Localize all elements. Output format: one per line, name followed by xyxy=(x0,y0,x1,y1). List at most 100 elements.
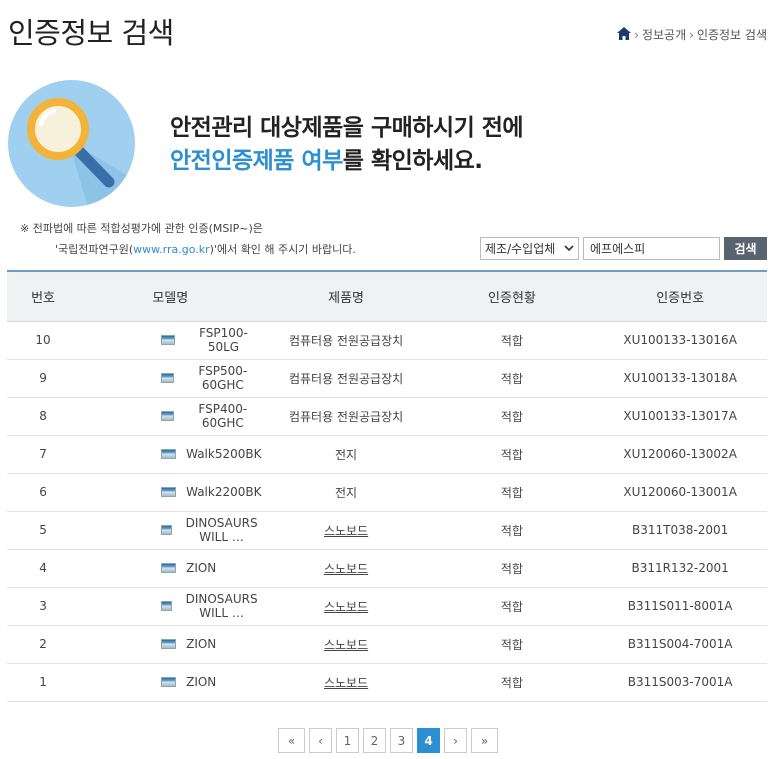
cell-no: 3 xyxy=(7,587,80,626)
breadcrumb-item-current: 인증정보 검색 xyxy=(696,28,767,42)
cell-cert-number: B311S011-8001A xyxy=(593,587,767,626)
product-name[interactable]: 스노보드 xyxy=(324,562,368,576)
prev-page-button[interactable]: ‹ xyxy=(309,728,332,753)
model-name[interactable]: Walk2200BK xyxy=(186,485,261,499)
image-thumbnail-icon[interactable] xyxy=(161,449,177,459)
model-name[interactable]: ZION xyxy=(186,561,216,575)
notice: ※ 전파법에 따른 적합성평가에 관한 인증(MSIP~)은 '국립전파연구원(… xyxy=(20,218,356,260)
cell-status: 적합 xyxy=(430,321,594,360)
next-page-button[interactable]: › xyxy=(444,728,467,753)
table-row[interactable]: 5 DINOSAURS WILL … 스노보드 적합 B311T038-2001 xyxy=(7,511,767,550)
cell-product[interactable]: 스노보드 xyxy=(261,549,431,588)
cell-product: 컴퓨터용 전원공급장치 xyxy=(261,321,431,360)
notice-line-2: '국립전파연구원(www.rra.go.kr)'에서 확인 해 주시기 바랍니다… xyxy=(20,239,356,260)
cell-product[interactable]: 스노보드 xyxy=(261,587,431,626)
breadcrumb: › 정보공개 › 인증정보 검색 xyxy=(617,26,767,43)
table-row[interactable]: 7 Walk5200BK 전지 적합 XU120060-13002A xyxy=(7,435,767,474)
cell-model: ZION xyxy=(79,549,262,588)
product-name: 컴퓨터용 전원공급장치 xyxy=(288,333,404,348)
cell-status: 적합 xyxy=(430,549,594,588)
page-1-button[interactable]: 1 xyxy=(336,728,359,753)
model-name[interactable]: FSP400-60GHC xyxy=(184,402,261,430)
model-name[interactable]: ZION xyxy=(186,675,216,689)
image-thumbnail-icon[interactable] xyxy=(161,639,177,649)
product-name: 컴퓨터용 전원공급장치 xyxy=(288,371,404,386)
model-name[interactable]: DINOSAURS WILL … xyxy=(182,516,262,544)
cell-model: Walk2200BK xyxy=(79,473,262,512)
table-row[interactable]: 10 FSP100-50LG 컴퓨터용 전원공급장치 적합 XU100133-13016… xyxy=(7,321,767,360)
product-name: 전지 xyxy=(335,447,358,462)
cell-model: Walk5200BK xyxy=(79,435,262,474)
last-page-button[interactable]: » xyxy=(471,728,498,753)
product-name[interactable]: 스노보드 xyxy=(324,600,368,614)
model-name[interactable]: ZION xyxy=(186,637,216,651)
cell-product[interactable]: 스노보드 xyxy=(261,663,431,702)
image-thumbnail-icon[interactable] xyxy=(161,411,175,421)
cell-no: 8 xyxy=(7,397,80,436)
image-thumbnail-icon[interactable] xyxy=(161,563,177,573)
cell-cert-number: XU100133-13017A xyxy=(593,397,767,436)
search-type-select[interactable]: 제조/수입업체 xyxy=(480,237,579,260)
cell-no: 6 xyxy=(7,473,80,512)
table-row[interactable]: 1 ZION 스노보드 적합 B311S003-7001A xyxy=(7,663,767,702)
rra-link[interactable]: www.rra.go.kr xyxy=(133,243,209,256)
image-thumbnail-icon[interactable] xyxy=(161,677,177,687)
search-input[interactable] xyxy=(583,237,720,260)
cell-product[interactable]: 스노보드 xyxy=(261,511,431,550)
home-icon[interactable] xyxy=(617,26,632,43)
page-2-button[interactable]: 2 xyxy=(363,728,386,753)
cell-status: 적합 xyxy=(430,511,594,550)
cell-no: 1 xyxy=(7,663,80,702)
hero-line-2-rest: 를 확인하세요. xyxy=(342,148,483,174)
results-table: 번호 모델명 제품명 인증현황 인증번호 10 FSP100-50LG 컴퓨터용 전… xyxy=(7,270,767,702)
hero-accent-text: 안전인증제품 여부 xyxy=(170,148,343,174)
cell-cert-number: B311S003-7001A xyxy=(593,663,767,702)
cell-product: 전지 xyxy=(261,435,431,474)
model-name[interactable]: FSP100-50LG xyxy=(185,326,261,354)
model-name[interactable]: DINOSAURS WILL … xyxy=(182,592,262,620)
cell-model: DINOSAURS WILL … xyxy=(79,511,262,550)
image-thumbnail-icon[interactable] xyxy=(161,373,175,383)
notice-pre: '국립전파연구원( xyxy=(55,243,134,256)
table-row[interactable]: 4 ZION 스노보드 적합 B311R132-2001 xyxy=(7,549,767,588)
cell-status: 적합 xyxy=(430,359,594,398)
cell-model: FSP100-50LG xyxy=(79,321,262,360)
breadcrumb-item-info[interactable]: 정보공개 xyxy=(642,26,686,43)
product-name[interactable]: 스노보드 xyxy=(324,524,368,538)
product-name[interactable]: 스노보드 xyxy=(324,676,368,690)
table-row[interactable]: 8 FSP400-60GHC 컴퓨터용 전원공급장치 적합 XU100133-13017… xyxy=(7,397,767,436)
cell-cert-number: XU120060-13002A xyxy=(593,435,767,474)
cell-status: 적합 xyxy=(430,663,594,702)
model-name[interactable]: FSP500-60GHC xyxy=(184,364,261,392)
search-type-value: 제조/수입업체 xyxy=(485,242,556,256)
column-header-status: 인증현황 xyxy=(430,271,594,322)
table-row[interactable]: 2 ZION 스노보드 적합 B311S004-7001A xyxy=(7,625,767,664)
cell-status: 적합 xyxy=(430,587,594,626)
cell-product: 컴퓨터용 전원공급장치 xyxy=(261,397,431,436)
cell-cert-number: B311R132-2001 xyxy=(593,549,767,588)
search-button[interactable]: 검색 xyxy=(724,237,767,260)
page-3-button[interactable]: 3 xyxy=(390,728,413,753)
table-row[interactable]: 6 Walk2200BK 전지 적합 XU120060-13001A xyxy=(7,473,767,512)
column-header-no: 번호 xyxy=(7,271,80,322)
model-name[interactable]: Walk5200BK xyxy=(186,447,261,461)
cell-cert-number: XU100133-13016A xyxy=(593,321,767,360)
table-row[interactable]: 9 FSP500-60GHC 컴퓨터용 전원공급장치 적합 XU100133-13018… xyxy=(7,359,767,398)
table-row[interactable]: 3 DINOSAURS WILL … 스노보드 적합 B311S011-8001A xyxy=(7,587,767,626)
cell-no: 10 xyxy=(7,321,80,360)
image-thumbnail-icon[interactable] xyxy=(161,335,176,345)
first-page-button[interactable]: « xyxy=(278,728,305,753)
cell-cert-number: B311T038-2001 xyxy=(593,511,767,550)
column-header-model: 모델명 xyxy=(79,271,262,322)
page-4-button[interactable]: 4 xyxy=(417,728,440,753)
cell-status: 적합 xyxy=(430,473,594,512)
product-name[interactable]: 스노보드 xyxy=(324,638,368,652)
cell-product[interactable]: 스노보드 xyxy=(261,625,431,664)
cell-no: 5 xyxy=(7,511,80,550)
image-thumbnail-icon[interactable] xyxy=(161,525,172,535)
column-header-cert: 인증번호 xyxy=(593,271,767,322)
cell-status: 적합 xyxy=(430,397,594,436)
image-thumbnail-icon[interactable] xyxy=(161,601,172,611)
image-thumbnail-icon[interactable] xyxy=(161,487,177,497)
cell-cert-number: B311S004-7001A xyxy=(593,625,767,664)
